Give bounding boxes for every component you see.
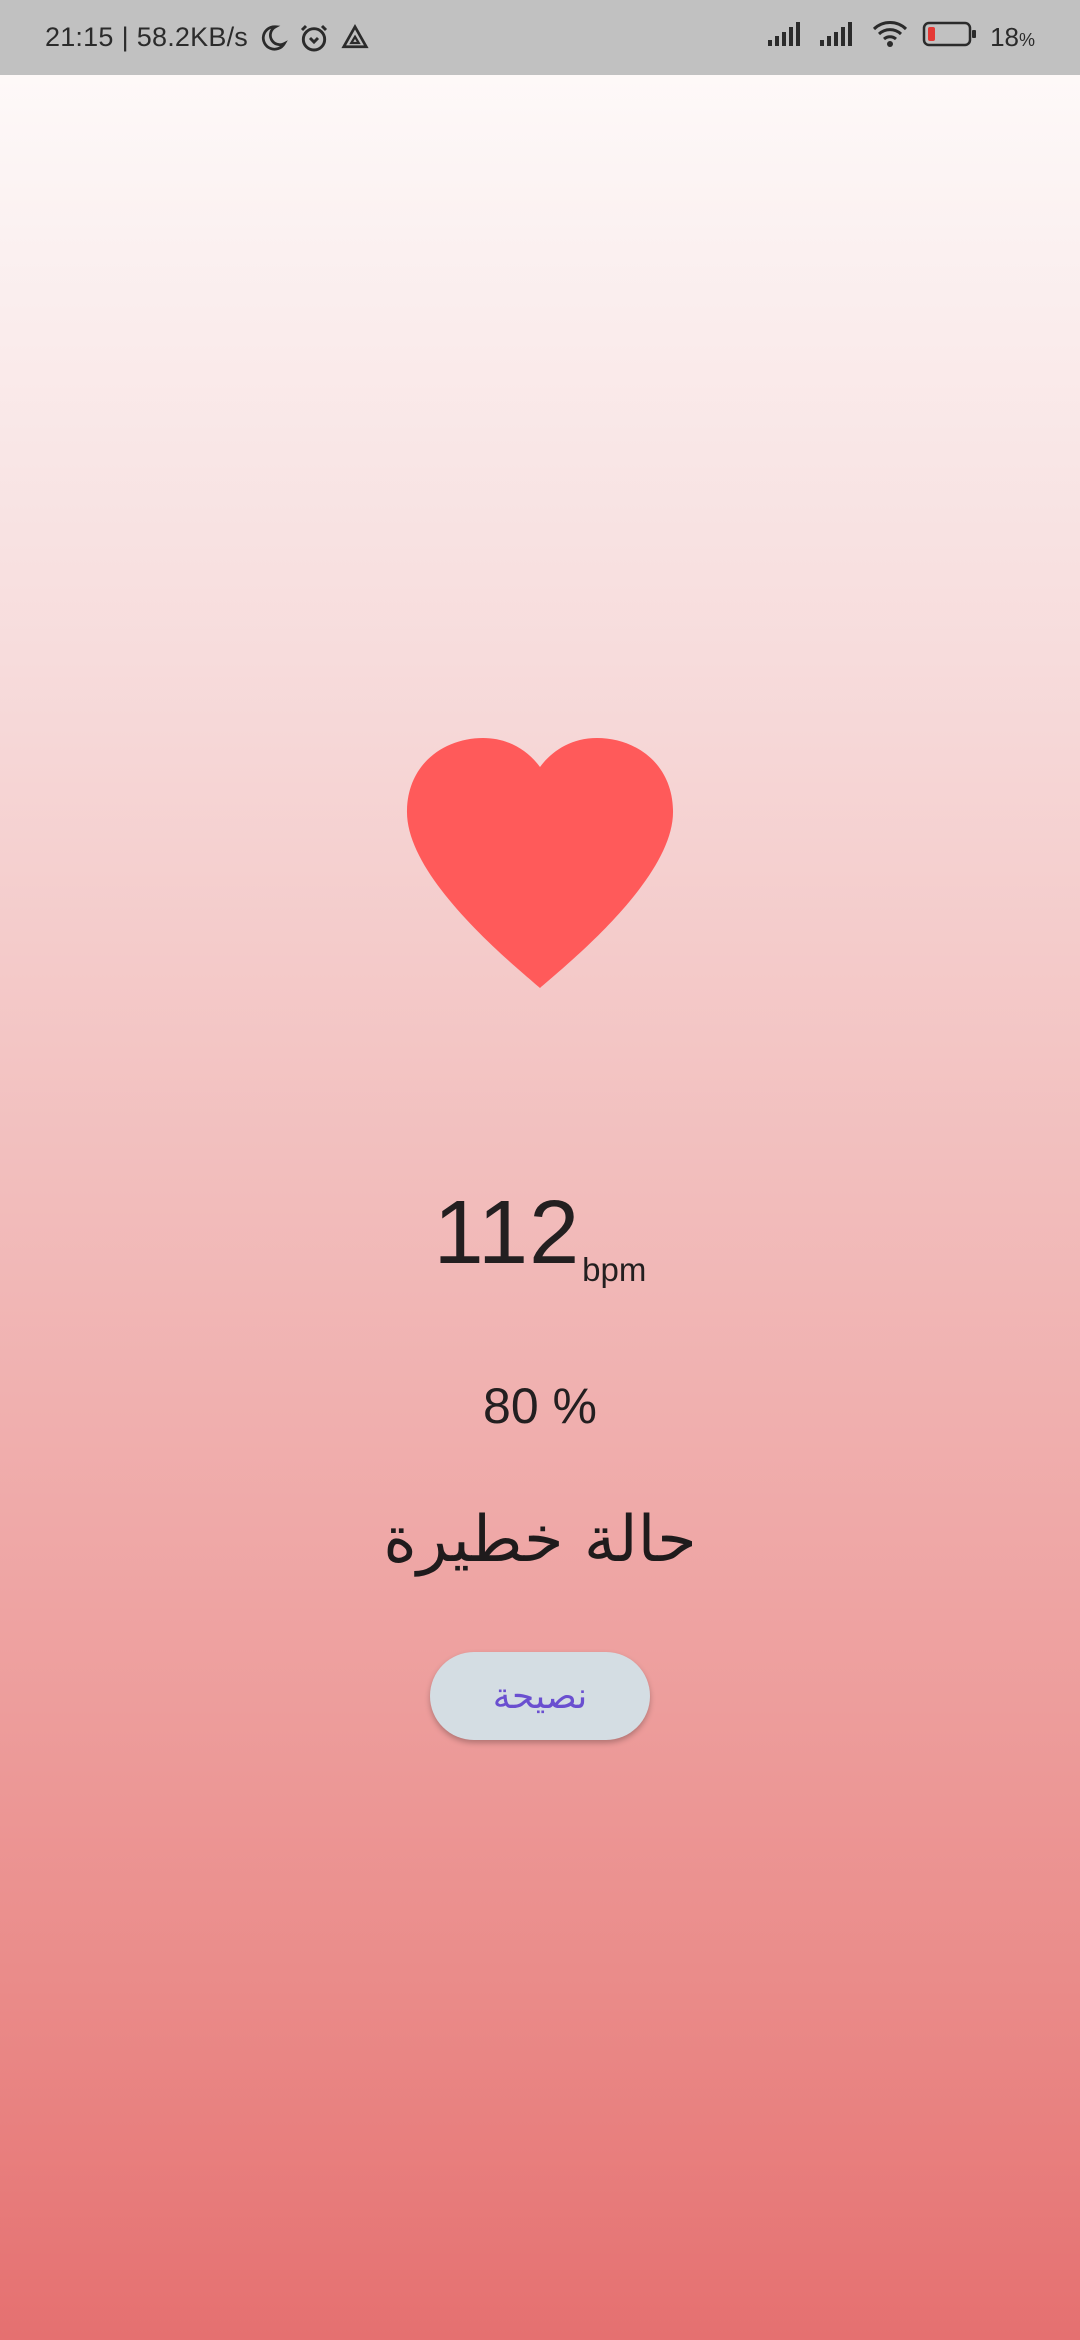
heart-icon (405, 738, 675, 988)
battery-unit: % (1018, 30, 1035, 50)
moon-icon (258, 23, 288, 53)
bpm-value: 112 (433, 1183, 581, 1283)
heart-rate-readout: 112 bpm (0, 1183, 1080, 1286)
status-right: 18% (766, 0, 1035, 75)
drive-icon (340, 23, 370, 53)
signal-icon (818, 20, 858, 55)
signal-icon (766, 20, 806, 55)
advice-button[interactable]: نصيحة (430, 1652, 650, 1740)
status-separator: | (121, 22, 129, 52)
condition-label: حالة خطيرة (383, 1503, 697, 1577)
status-speed: 58.2KB/s (136, 22, 248, 52)
alarm-icon (298, 22, 330, 54)
battery-icon (922, 20, 978, 55)
bpm-unit: bpm (582, 1251, 647, 1288)
status-time: 21:15 (45, 22, 114, 52)
status-left: 21:15 | 58.2KB/s (45, 0, 370, 75)
status-bar: 21:15 | 58.2KB/s 18% (0, 0, 1080, 75)
percent-value: 80 % (483, 1378, 597, 1434)
battery-value: 18 (990, 22, 1019, 52)
battery-percent: 18% (990, 22, 1035, 53)
wifi-icon (870, 19, 910, 56)
